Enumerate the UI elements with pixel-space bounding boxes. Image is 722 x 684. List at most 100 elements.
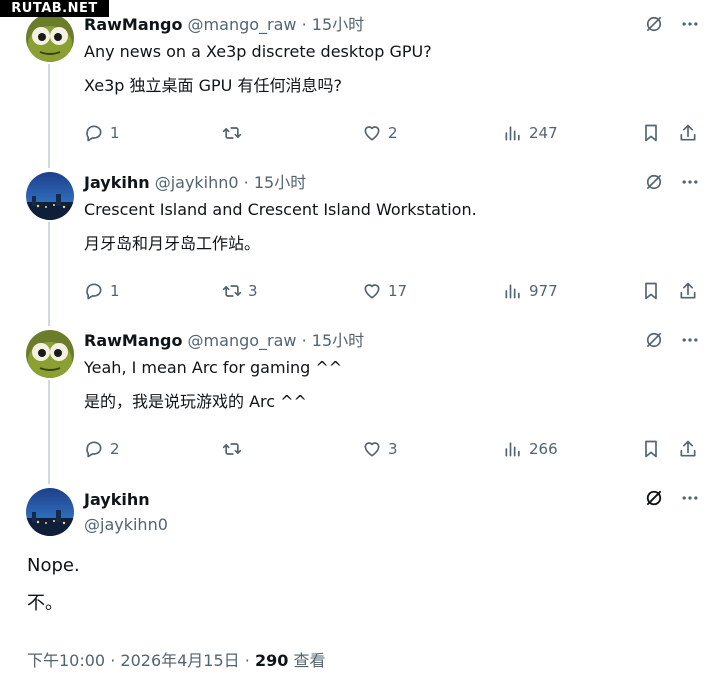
thread-line bbox=[48, 222, 50, 326]
separator: · bbox=[243, 173, 249, 192]
grok-icon[interactable] bbox=[644, 14, 664, 38]
post-meta: 下午10:00 · 2026年4月15日 · 290 查看 bbox=[27, 650, 325, 672]
reply-count: 1 bbox=[110, 282, 120, 300]
author-name[interactable]: Jaykihn bbox=[84, 173, 150, 192]
share-button[interactable] bbox=[678, 121, 698, 145]
post-date[interactable]: 2026年4月15日 bbox=[120, 651, 239, 670]
view-count: 247 bbox=[529, 124, 558, 142]
post-text: Nope. bbox=[27, 555, 80, 576]
post-top-icons bbox=[644, 14, 700, 38]
like-count: 2 bbox=[388, 124, 398, 142]
reply-button[interactable]: 1 bbox=[84, 121, 120, 145]
more-icon[interactable] bbox=[680, 14, 700, 38]
share-button[interactable] bbox=[678, 279, 698, 303]
post-time[interactable]: 15小时 bbox=[312, 331, 364, 350]
like-icon bbox=[364, 442, 380, 457]
like-button[interactable]: 2 bbox=[362, 121, 398, 145]
post-text: Crescent Island and Crescent Island Work… bbox=[84, 200, 477, 219]
repost-icon bbox=[222, 443, 242, 455]
author-handle[interactable]: @jaykihn0 bbox=[84, 514, 168, 536]
post-time[interactable]: 下午10:00 bbox=[27, 651, 105, 670]
author-handle[interactable]: @mango_raw bbox=[188, 15, 297, 34]
repost-icon bbox=[222, 285, 242, 297]
bookmark-icon bbox=[645, 440, 657, 458]
view-count: 290 bbox=[254, 651, 289, 670]
post-text-translation: 月牙岛和月牙岛工作站。 bbox=[84, 234, 261, 253]
author-handle[interactable]: @mango_raw bbox=[188, 331, 297, 350]
reply-icon bbox=[86, 441, 102, 458]
grok-icon[interactable] bbox=[644, 330, 664, 354]
separator: · bbox=[301, 331, 307, 350]
reply-icon bbox=[86, 125, 102, 142]
repost-button[interactable] bbox=[222, 121, 248, 145]
like-icon bbox=[364, 284, 380, 299]
repost-icon bbox=[222, 127, 242, 139]
separator: · bbox=[244, 651, 250, 670]
grok-icon[interactable] bbox=[644, 488, 664, 512]
post-actions: 1 3 17 977 bbox=[84, 279, 704, 303]
post-text-translation: Xe3p 独立桌面 GPU 有任何消息吗? bbox=[84, 76, 342, 95]
views-icon bbox=[505, 284, 520, 299]
like-count: 17 bbox=[388, 282, 408, 300]
repost-button[interactable]: 3 bbox=[222, 279, 258, 303]
post-time[interactable]: 15小时 bbox=[312, 15, 364, 34]
post-actions: 1 2 247 bbox=[84, 121, 704, 145]
post-header: RawMango @mango_raw · 15小时 bbox=[84, 330, 364, 352]
more-icon[interactable] bbox=[680, 488, 700, 512]
bookmark-icon bbox=[645, 124, 657, 142]
view-count: 266 bbox=[529, 440, 558, 458]
post-header: RawMango @mango_raw · 15小时 bbox=[84, 14, 364, 36]
more-icon[interactable] bbox=[680, 172, 700, 196]
post-time[interactable]: 15小时 bbox=[254, 173, 306, 192]
avatar[interactable] bbox=[26, 14, 74, 62]
post-top-icons bbox=[644, 488, 700, 512]
post-text: Any news on a Xe3p discrete desktop GPU? bbox=[84, 42, 432, 61]
post-text: Yeah, I mean Arc for gaming ^^ bbox=[84, 358, 343, 377]
avatar[interactable] bbox=[26, 330, 74, 378]
reply-count: 2 bbox=[110, 440, 120, 458]
views-icon bbox=[505, 442, 520, 457]
post-top-icons bbox=[644, 172, 700, 196]
like-count: 3 bbox=[388, 440, 398, 458]
avatar[interactable] bbox=[26, 172, 74, 220]
bookmark-button[interactable] bbox=[641, 279, 661, 303]
mango-avatar-icon bbox=[26, 14, 74, 62]
bookmark-button[interactable] bbox=[641, 437, 661, 461]
reply-button[interactable]: 2 bbox=[84, 437, 120, 461]
views-button[interactable]: 247 bbox=[503, 121, 558, 145]
views-label: 查看 bbox=[293, 651, 326, 670]
like-button[interactable]: 17 bbox=[362, 279, 407, 303]
like-button[interactable]: 3 bbox=[362, 437, 398, 461]
bookmark-icon bbox=[645, 282, 657, 300]
author-name[interactable]: RawMango bbox=[84, 15, 182, 34]
grok-icon[interactable] bbox=[644, 172, 664, 196]
bookmark-button[interactable] bbox=[641, 121, 661, 145]
reply-button[interactable]: 1 bbox=[84, 279, 120, 303]
mango-avatar-icon bbox=[26, 330, 74, 378]
watermark: RUTAB.NET bbox=[0, 0, 109, 17]
views-button[interactable]: 266 bbox=[503, 437, 558, 461]
views-button[interactable]: 977 bbox=[503, 279, 558, 303]
repost-button[interactable] bbox=[222, 437, 248, 461]
night-city-avatar-icon bbox=[26, 172, 74, 220]
post-text-translation: 是的，我是说玩游戏的 Arc ^^ bbox=[84, 392, 307, 411]
like-icon bbox=[364, 126, 380, 141]
more-icon[interactable] bbox=[680, 330, 700, 354]
thread-line bbox=[48, 64, 50, 168]
repost-count: 3 bbox=[248, 282, 258, 300]
separator: · bbox=[110, 651, 116, 670]
author-name[interactable]: RawMango bbox=[84, 331, 182, 350]
avatar[interactable] bbox=[26, 488, 74, 536]
share-button[interactable] bbox=[678, 437, 698, 461]
post-actions: 2 3 266 bbox=[84, 437, 704, 461]
author-name[interactable]: Jaykihn bbox=[84, 489, 150, 511]
post-top-icons bbox=[644, 330, 700, 354]
share-icon bbox=[680, 124, 696, 141]
night-city-avatar-icon bbox=[26, 488, 74, 536]
views-icon bbox=[505, 126, 520, 141]
reply-icon bbox=[86, 283, 102, 300]
post-header: Jaykihn @jaykihn0 · 15小时 bbox=[84, 172, 306, 194]
author-handle[interactable]: @jaykihn0 bbox=[155, 173, 239, 192]
share-icon bbox=[680, 282, 696, 299]
post-text-translation: 不。 bbox=[27, 593, 63, 614]
